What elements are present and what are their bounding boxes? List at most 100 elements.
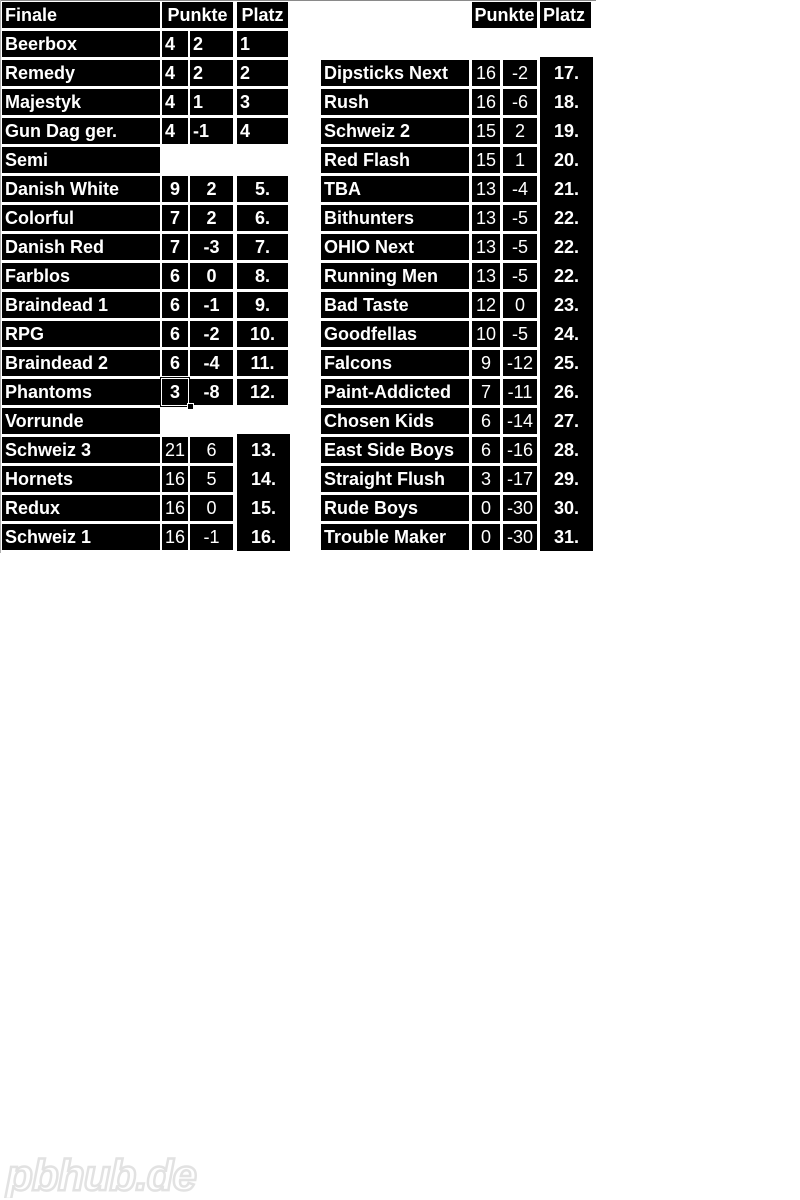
team-name-cell[interactable]: East Side Boys bbox=[321, 437, 469, 463]
difference-cell[interactable]: 2 bbox=[190, 60, 233, 86]
difference-cell[interactable]: -5 bbox=[503, 263, 537, 289]
rank-cell[interactable]: 3 bbox=[237, 89, 288, 115]
rank-cell[interactable]: 6. bbox=[237, 205, 288, 231]
team-name-cell[interactable]: Goodfellas bbox=[321, 321, 469, 347]
team-name-cell[interactable]: Bad Taste bbox=[321, 292, 469, 318]
points-cell[interactable]: 6 bbox=[162, 292, 188, 318]
difference-cell[interactable]: -3 bbox=[190, 234, 233, 260]
team-name-cell[interactable]: RPG bbox=[2, 321, 160, 347]
points-cell[interactable]: 7 bbox=[162, 205, 188, 231]
rank-cell[interactable]: 19. bbox=[540, 118, 593, 144]
difference-cell[interactable]: -30 bbox=[503, 524, 537, 550]
points-cell[interactable]: 16 bbox=[472, 60, 500, 86]
points-cell[interactable]: 7 bbox=[162, 234, 188, 260]
team-name-cell[interactable]: Remedy bbox=[2, 60, 160, 86]
points-cell[interactable]: 6 bbox=[472, 437, 500, 463]
points-cell[interactable]: 13 bbox=[472, 176, 500, 202]
rank-cell[interactable]: 29. bbox=[540, 466, 593, 492]
team-name-cell[interactable]: Red Flash bbox=[321, 147, 469, 173]
difference-cell[interactable]: 2 bbox=[190, 205, 233, 231]
team-name-cell[interactable]: Rude Boys bbox=[321, 495, 469, 521]
team-name-cell[interactable]: Schweiz 3 bbox=[2, 437, 160, 463]
difference-cell[interactable]: -2 bbox=[503, 60, 537, 86]
difference-cell[interactable]: -14 bbox=[503, 408, 537, 434]
team-name-cell[interactable]: Gun Dag ger. bbox=[2, 118, 160, 144]
section-header-finale[interactable]: Finale bbox=[2, 2, 160, 28]
team-name-cell[interactable]: Braindead 1 bbox=[2, 292, 160, 318]
difference-cell[interactable]: -1 bbox=[190, 118, 233, 144]
team-name-cell[interactable]: Danish Red bbox=[2, 234, 160, 260]
rank-cell[interactable]: 30. bbox=[540, 495, 593, 521]
points-cell[interactable]: 9 bbox=[162, 176, 188, 202]
rank-cell[interactable]: 1 bbox=[237, 31, 288, 57]
difference-cell[interactable]: 0 bbox=[503, 292, 537, 318]
team-name-cell[interactable]: Running Men bbox=[321, 263, 469, 289]
team-name-cell[interactable]: Paint-Addicted bbox=[321, 379, 469, 405]
difference-cell[interactable]: 6 bbox=[190, 437, 233, 463]
points-cell[interactable]: 16 bbox=[472, 89, 500, 115]
rank-cell[interactable]: 12. bbox=[237, 379, 288, 405]
rank-cell[interactable]: 23. bbox=[540, 292, 593, 318]
difference-cell[interactable]: -12 bbox=[503, 350, 537, 376]
team-name-cell[interactable]: Schweiz 2 bbox=[321, 118, 469, 144]
rank-cell[interactable]: 8. bbox=[237, 263, 288, 289]
difference-cell[interactable]: 2 bbox=[190, 31, 233, 57]
team-name-cell[interactable]: Straight Flush bbox=[321, 466, 469, 492]
points-cell[interactable]: 0 bbox=[472, 524, 500, 550]
team-name-cell[interactable]: OHIO Next bbox=[321, 234, 469, 260]
rank-cell[interactable]: 16. bbox=[237, 524, 290, 550]
rank-cell[interactable]: 9. bbox=[237, 292, 288, 318]
difference-cell[interactable]: 5 bbox=[190, 466, 233, 492]
rank-cell[interactable]: 2 bbox=[237, 60, 288, 86]
team-name-cell[interactable]: Danish White bbox=[2, 176, 160, 202]
team-name-cell[interactable]: Schweiz 1 bbox=[2, 524, 160, 550]
column-header-platz-right[interactable]: Platz bbox=[540, 2, 591, 28]
difference-cell[interactable]: 1 bbox=[190, 89, 233, 115]
points-cell[interactable]: 4 bbox=[162, 60, 188, 86]
difference-cell[interactable]: -1 bbox=[190, 292, 233, 318]
points-cell[interactable]: 6 bbox=[162, 321, 188, 347]
team-name-cell[interactable]: TBA bbox=[321, 176, 469, 202]
team-name-cell[interactable]: Chosen Kids bbox=[321, 408, 469, 434]
rank-cell[interactable]: 14. bbox=[237, 466, 290, 492]
points-cell[interactable]: 13 bbox=[472, 205, 500, 231]
rank-cell[interactable]: 10. bbox=[237, 321, 288, 347]
difference-cell[interactable]: -4 bbox=[190, 350, 233, 376]
points-cell[interactable]: 7 bbox=[472, 379, 500, 405]
difference-cell[interactable]: -16 bbox=[503, 437, 537, 463]
difference-cell[interactable]: -4 bbox=[503, 176, 537, 202]
difference-cell[interactable]: 0 bbox=[190, 263, 233, 289]
rank-cell[interactable]: 15. bbox=[237, 495, 290, 521]
points-cell[interactable]: 0 bbox=[472, 495, 500, 521]
difference-cell[interactable]: -5 bbox=[503, 205, 537, 231]
team-name-cell[interactable]: Redux bbox=[2, 495, 160, 521]
column-header-platz[interactable]: Platz bbox=[237, 2, 288, 28]
section-header-semi[interactable]: Semi bbox=[2, 147, 160, 173]
points-cell[interactable]: 3 bbox=[472, 466, 500, 492]
section-header-vorrunde[interactable]: Vorrunde bbox=[2, 408, 160, 434]
difference-cell[interactable]: -1 bbox=[190, 524, 233, 550]
points-cell[interactable]: 12 bbox=[472, 292, 500, 318]
difference-cell[interactable]: -5 bbox=[503, 321, 537, 347]
points-cell[interactable]: 9 bbox=[472, 350, 500, 376]
fill-handle[interactable] bbox=[187, 403, 194, 410]
points-cell[interactable]: 6 bbox=[472, 408, 500, 434]
rank-cell[interactable]: 5. bbox=[237, 176, 288, 202]
team-name-cell[interactable]: Trouble Maker bbox=[321, 524, 469, 550]
difference-cell[interactable]: 1 bbox=[503, 147, 537, 173]
points-cell[interactable]: 4 bbox=[162, 118, 188, 144]
points-cell[interactable]: 15 bbox=[472, 147, 500, 173]
team-name-cell[interactable]: Hornets bbox=[2, 466, 160, 492]
points-cell[interactable]: 4 bbox=[162, 31, 188, 57]
rank-cell[interactable]: 17. bbox=[540, 60, 593, 86]
team-name-cell[interactable]: Bithunters bbox=[321, 205, 469, 231]
rank-cell[interactable]: 22. bbox=[540, 263, 593, 289]
difference-cell[interactable]: -8 bbox=[190, 379, 233, 405]
rank-cell[interactable]: 26. bbox=[540, 379, 593, 405]
points-cell[interactable]: 6 bbox=[162, 263, 188, 289]
points-cell[interactable]: 6 bbox=[162, 350, 188, 376]
points-cell[interactable]: 13 bbox=[472, 234, 500, 260]
points-cell[interactable]: 16 bbox=[162, 524, 188, 550]
team-name-cell[interactable]: Colorful bbox=[2, 205, 160, 231]
rank-cell[interactable]: 25. bbox=[540, 350, 593, 376]
